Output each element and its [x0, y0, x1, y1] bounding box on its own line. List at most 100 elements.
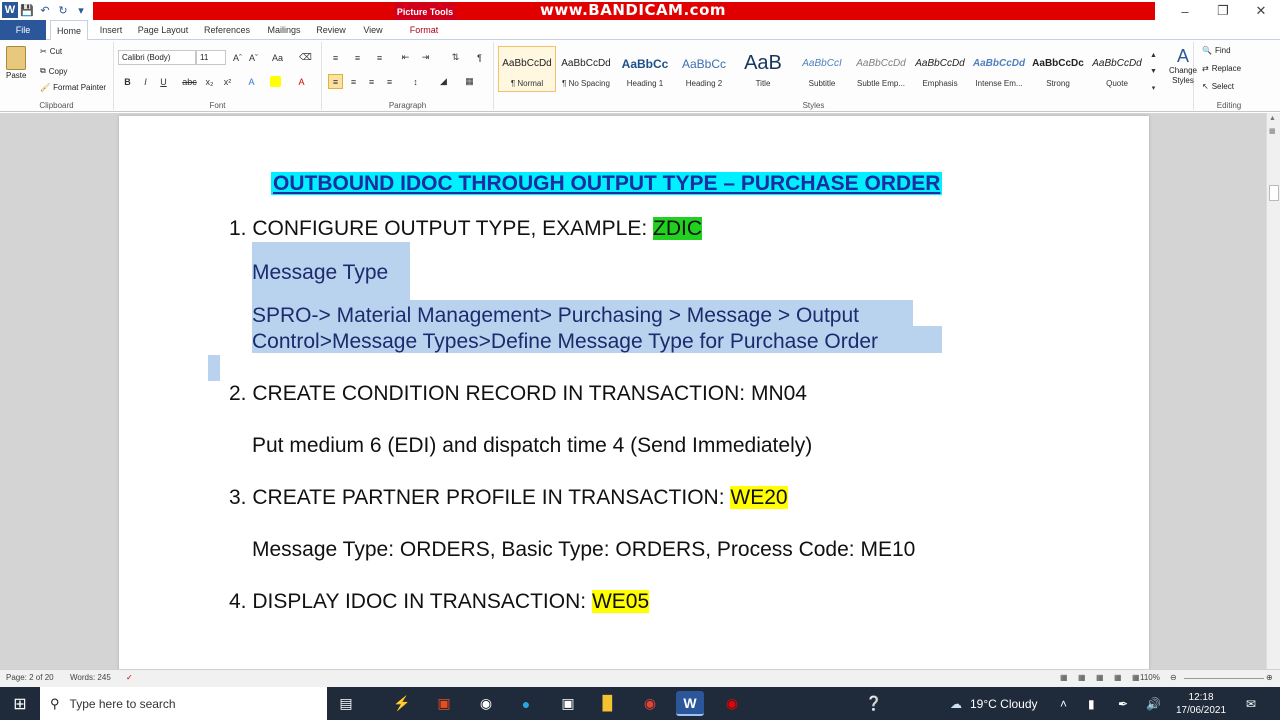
increase-indent-icon[interactable]: ⇥ — [418, 50, 433, 65]
maximize-button[interactable]: ❐ — [1204, 0, 1242, 22]
file-explorer-icon[interactable]: ▉ — [594, 691, 622, 716]
sort-icon[interactable]: ⇅ — [448, 50, 463, 65]
italic-icon[interactable]: I — [138, 74, 153, 89]
underline-icon[interactable]: U — [156, 74, 171, 89]
style-heading-1[interactable]: AaBbCc Heading 1 — [616, 46, 674, 92]
styles-more-icon[interactable]: ▾ — [1146, 80, 1161, 95]
clear-formatting-icon[interactable]: ⌫ — [298, 50, 313, 65]
styles-scroll-down-icon[interactable]: ▼ — [1146, 64, 1161, 79]
shrink-font-icon[interactable]: Aˇ — [246, 50, 261, 65]
style-subtle-emphasis[interactable]: AaBbCcDd Subtle Emp... — [852, 46, 910, 92]
minimize-button[interactable]: – — [1166, 0, 1204, 22]
word-count[interactable]: Words: 245 — [70, 673, 111, 682]
align-right-icon[interactable]: ≡ — [364, 74, 379, 89]
style-emphasis[interactable]: AaBbCcDd Emphasis — [911, 46, 969, 92]
style-intense-emphasis[interactable]: AaBbCcDd Intense Em... — [970, 46, 1028, 92]
decrease-indent-icon[interactable]: ⇤ — [398, 50, 413, 65]
style-subtitle[interactable]: AaBbCcI Subtitle — [793, 46, 851, 92]
edge-icon[interactable]: ● — [512, 691, 540, 716]
bullets-icon[interactable]: ≡ — [328, 50, 343, 65]
windows-start-icon[interactable]: ⊞ — [0, 687, 40, 720]
shading-icon[interactable]: ◢ — [436, 74, 451, 89]
find-button[interactable]: 🔍 Find — [1202, 46, 1231, 55]
undo-icon[interactable]: ↶ — [36, 1, 54, 19]
vertical-scrollbar[interactable]: ▲ ▦ — [1266, 113, 1280, 669]
style-no-spacing[interactable]: AaBbCcDd ¶ No Spacing — [557, 46, 615, 92]
borders-icon[interactable]: ▦ — [462, 74, 477, 89]
proofing-icon[interactable]: ✓ — [126, 673, 133, 682]
styles-scroll-up-icon[interactable]: ▲ — [1146, 48, 1161, 63]
full-screen-view-icon[interactable]: ▦ — [1078, 673, 1086, 682]
pen-icon[interactable]: ✒ — [1118, 687, 1128, 720]
office-icon[interactable]: ▣ — [430, 691, 458, 716]
tab-file[interactable]: File — [0, 20, 46, 40]
numbering-icon[interactable]: ≡ — [350, 50, 365, 65]
app-icon[interactable]: ⚡ — [388, 691, 416, 716]
ruler-toggle-icon[interactable]: ▦ — [1269, 127, 1276, 135]
paste-button[interactable]: Paste — [6, 46, 26, 80]
copy-button[interactable]: ⧉ Copy — [40, 66, 67, 76]
style-quote[interactable]: AaBbCcDd Quote — [1088, 46, 1146, 92]
redo-icon[interactable]: ↻ — [54, 1, 72, 19]
text-effects-icon[interactable]: A — [244, 74, 259, 89]
show-formatting-icon[interactable]: ¶ — [472, 50, 487, 65]
customize-toolbar-icon[interactable]: ▾ — [72, 1, 90, 19]
tab-references[interactable]: References — [196, 20, 258, 40]
align-center-icon[interactable]: ≡ — [346, 74, 361, 89]
close-button[interactable]: ✕ — [1242, 0, 1280, 22]
task-view-icon[interactable]: ▤ — [332, 691, 360, 716]
tab-review[interactable]: Review — [310, 20, 352, 40]
font-size-combo[interactable]: 11 — [196, 50, 226, 65]
cut-button[interactable]: ✂ Cut — [40, 47, 62, 56]
zoom-level[interactable]: 110% — [1140, 673, 1160, 682]
justify-icon[interactable]: ≡ — [382, 74, 397, 89]
select-button[interactable]: ↖ Select — [1202, 82, 1234, 91]
app-icon[interactable]: ◉ — [472, 691, 500, 716]
tab-page-layout[interactable]: Page Layout — [134, 20, 192, 40]
zoom-slider[interactable] — [1184, 678, 1264, 679]
tab-view[interactable]: View — [354, 20, 392, 40]
battery-icon[interactable]: ▮ — [1088, 687, 1095, 720]
volume-icon[interactable]: 🔊 — [1146, 687, 1161, 720]
clock[interactable]: 12:18 17/06/2021 — [1176, 687, 1226, 720]
web-layout-view-icon[interactable]: ▦ — [1096, 673, 1104, 682]
format-painter-button[interactable]: 🖌 Format Painter — [40, 83, 106, 92]
change-case-icon[interactable]: Aa — [270, 50, 285, 65]
multilevel-list-icon[interactable]: ≡ — [372, 50, 387, 65]
tab-mailings[interactable]: Mailings — [260, 20, 308, 40]
style-strong[interactable]: AaBbCcDc Strong — [1029, 46, 1087, 92]
tray-chevron-icon[interactable]: ˄ — [1060, 687, 1067, 720]
page-count[interactable]: Page: 2 of 20 — [6, 673, 54, 682]
style-heading-2[interactable]: AaBbCc Heading 2 — [675, 46, 733, 92]
tab-home[interactable]: Home — [50, 20, 88, 41]
chrome-icon[interactable]: ◉ — [636, 691, 664, 716]
word-logo-icon[interactable]: W — [2, 2, 18, 18]
scroll-thumb[interactable] — [1269, 185, 1279, 201]
tab-insert[interactable]: Insert — [92, 20, 130, 40]
style-normal[interactable]: AaBbCcDd ¶ Normal — [498, 46, 556, 92]
save-icon[interactable]: 💾 — [18, 1, 36, 19]
font-color-icon[interactable]: A — [294, 74, 309, 89]
app-icon[interactable]: ▣ — [554, 691, 582, 716]
notifications-icon[interactable]: ✉ — [1246, 687, 1256, 720]
line-spacing-icon[interactable]: ↕ — [408, 74, 423, 89]
grow-font-icon[interactable]: Aˆ — [230, 50, 245, 65]
taskbar-search-input[interactable]: ⚲ Type here to search — [40, 687, 327, 720]
highlight-icon[interactable] — [268, 74, 283, 89]
bandicam-icon[interactable]: ◉ — [718, 691, 746, 716]
zoom-in-icon[interactable]: ⊕ — [1266, 673, 1273, 682]
style-title[interactable]: AaB Title — [734, 46, 792, 92]
scroll-up-icon[interactable]: ▲ — [1269, 115, 1276, 122]
tab-format[interactable]: Format — [400, 20, 448, 40]
replace-button[interactable]: ⇄ Replace — [1202, 64, 1241, 73]
help-icon[interactable]: ❔ — [860, 691, 888, 716]
outline-view-icon[interactable]: ▦ — [1114, 673, 1122, 682]
subscript-icon[interactable]: x₂ — [202, 74, 217, 89]
word-taskbar-icon[interactable]: W — [676, 691, 704, 716]
draft-view-icon[interactable]: ▦ — [1132, 673, 1140, 682]
document-page[interactable]: OUTBOUND IDOC THROUGH OUTPUT TYPE – PURC… — [119, 116, 1149, 676]
strikethrough-icon[interactable]: abc — [182, 74, 197, 89]
superscript-icon[interactable]: x² — [220, 74, 235, 89]
bold-icon[interactable]: B — [120, 74, 135, 89]
font-name-combo[interactable]: Calibri (Body) — [118, 50, 196, 65]
